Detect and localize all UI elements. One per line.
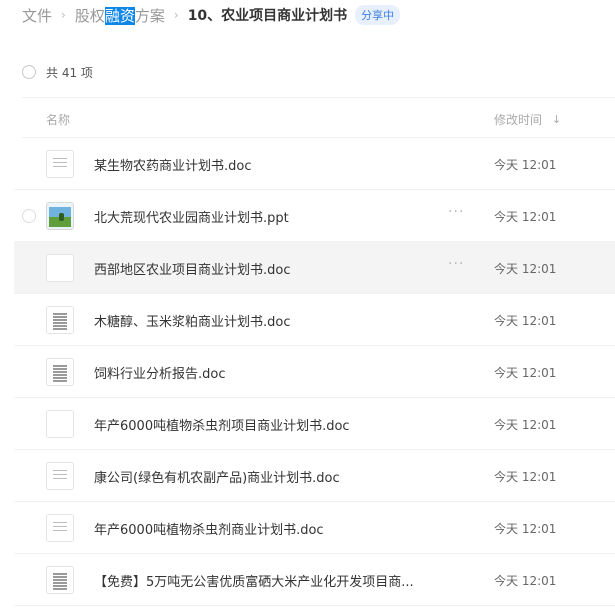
breadcrumb-parent-suffix: 方案 xyxy=(134,6,165,25)
chevron-right-icon: › xyxy=(173,8,179,22)
share-status-badge: 分享中 xyxy=(355,5,401,25)
file-modified-time: 今天 12:01 xyxy=(494,314,557,328)
breadcrumb-root[interactable]: 文件 xyxy=(22,5,52,26)
ppt-file-icon xyxy=(46,202,74,230)
doc-file-icon xyxy=(46,514,74,542)
select-all-checkbox[interactable] xyxy=(22,65,36,79)
file-modified-time: 今天 12:01 xyxy=(494,418,557,432)
file-name[interactable]: 年产6000吨植物杀虫剂项目商业计划书.doc xyxy=(94,415,350,434)
column-header-modified[interactable]: 修改时间 ↓ xyxy=(494,111,561,128)
arrow-down-icon[interactable]: ↓ xyxy=(552,113,561,126)
file-modified-time: 今天 12:01 xyxy=(494,522,557,536)
file-modified-time: 今天 12:01 xyxy=(494,366,557,380)
more-options-icon[interactable]: ··· xyxy=(448,256,464,272)
file-name[interactable]: 西部地区农业项目商业计划书.doc xyxy=(94,259,291,278)
file-row[interactable]: 年产6000吨植物杀虫剂项目商业计划书.doc 今天 12:01 xyxy=(14,398,615,450)
doc-file-icon xyxy=(46,566,74,594)
file-modified-time: 今天 12:01 xyxy=(494,210,557,224)
file-row[interactable]: 康公司(绿色有机农副产品)商业计划书.doc 今天 12:01 xyxy=(14,450,615,502)
doc-file-icon xyxy=(46,150,74,178)
doc-file-icon xyxy=(46,254,74,282)
doc-file-icon xyxy=(46,462,74,490)
doc-file-icon xyxy=(46,358,74,386)
item-count-label: 共 41 项 xyxy=(46,65,93,80)
file-modified-time: 今天 12:01 xyxy=(494,470,557,484)
file-name[interactable]: 年产6000吨植物杀虫剂商业计划书.doc xyxy=(94,519,324,538)
file-row[interactable]: 木糖醇、玉米浆粕商业计划书.doc 今天 12:01 xyxy=(14,294,615,346)
breadcrumb-parent[interactable]: 股权融资方案 xyxy=(75,5,165,26)
file-list: 某生物农药商业计划书.doc 今天 12:01 北大荒现代农业园商业计划书.ppt ·… xyxy=(14,138,615,606)
file-modified-time: 今天 12:01 xyxy=(494,158,557,172)
file-row[interactable]: 北大荒现代农业园商业计划书.ppt ··· 今天 12:01 xyxy=(14,190,615,242)
column-header-modified-label: 修改时间 xyxy=(494,113,543,127)
file-name[interactable]: 饲料行业分析报告.doc xyxy=(94,363,226,382)
file-name[interactable]: 【免费】5万吨无公害优质富硒大米产业化开发项目商... xyxy=(94,571,414,590)
file-row[interactable]: 西部地区农业项目商业计划书.doc ··· 今天 12:01 xyxy=(14,242,615,294)
chevron-right-icon: › xyxy=(61,8,66,22)
doc-file-icon xyxy=(46,306,74,334)
breadcrumb: 文件 › 股权融资方案 › 10、农业项目商业计划书 分享中 xyxy=(22,4,401,26)
file-name[interactable]: 某生物农药商业计划书.doc xyxy=(94,155,252,174)
file-name[interactable]: 康公司(绿色有机农副产品)商业计划书.doc xyxy=(94,467,340,486)
item-count-row: 共 41 项 xyxy=(22,62,93,82)
doc-file-icon xyxy=(46,410,74,438)
file-name[interactable]: 北大荒现代农业园商业计划书.ppt xyxy=(94,207,289,226)
file-row[interactable]: 【免费】5万吨无公害优质富硒大米产业化开发项目商... 今天 12:01 xyxy=(14,554,615,606)
file-modified-time: 今天 12:01 xyxy=(494,574,557,588)
file-row[interactable]: 年产6000吨植物杀虫剂商业计划书.doc 今天 12:01 xyxy=(14,502,615,554)
breadcrumb-parent-prefix: 股权 xyxy=(74,6,105,25)
breadcrumb-current: 10、农业项目商业计划书 xyxy=(187,8,348,24)
file-name[interactable]: 木糖醇、玉米浆粕商业计划书.doc xyxy=(94,311,291,330)
file-modified-time: 今天 12:01 xyxy=(494,262,557,276)
file-row[interactable]: 饲料行业分析报告.doc 今天 12:01 xyxy=(14,346,615,398)
list-header: 名称 修改时间 ↓ xyxy=(22,98,615,138)
more-options-icon[interactable]: ··· xyxy=(448,204,464,220)
file-row[interactable]: 某生物农药商业计划书.doc 今天 12:01 xyxy=(14,138,615,190)
column-header-name[interactable]: 名称 xyxy=(46,111,70,128)
row-select-checkbox[interactable] xyxy=(22,209,36,223)
breadcrumb-parent-highlight: 融资 xyxy=(104,6,135,25)
